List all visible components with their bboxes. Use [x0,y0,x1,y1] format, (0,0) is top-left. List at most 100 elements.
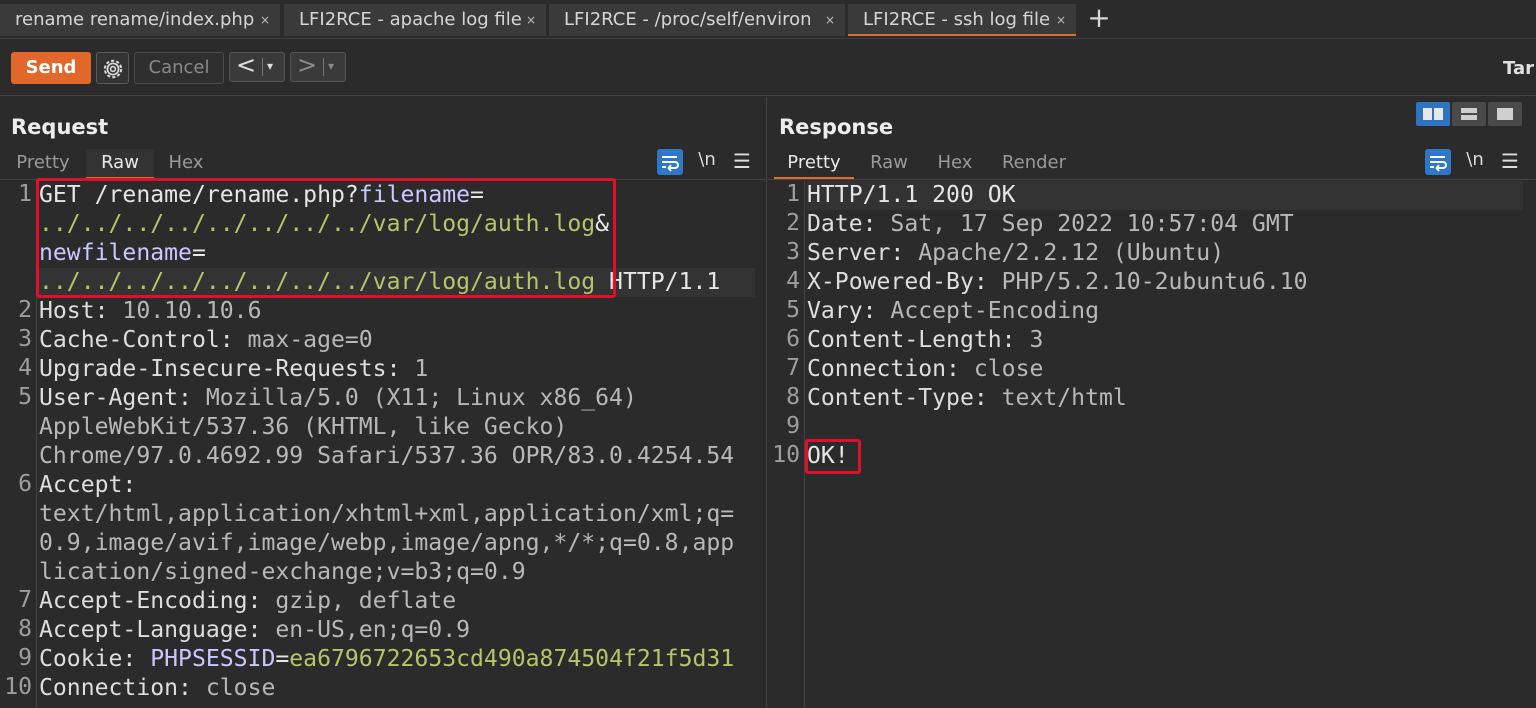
line-number: 2 [18,297,32,323]
header-line: Content-Type: text/html [807,384,1127,413]
highlight-box [36,178,616,298]
close-icon[interactable]: × [260,4,270,36]
word-wrap-toggle[interactable] [1425,149,1451,175]
chevron-down-icon[interactable]: ▾ [267,59,273,73]
add-tab-icon[interactable]: + [1084,2,1114,36]
equals: = [275,646,290,672]
tab-label: LFI2RCE - /proc/self/environ [564,9,812,30]
line-number: 5 [786,297,800,323]
tab-pretty[interactable]: Pretty [4,149,82,179]
header-value: close [191,675,276,701]
tab-label: LFI2RCE - apache log file [299,9,522,30]
wrap-lines-icon [662,156,679,172]
word-wrap-toggle[interactable] [657,149,683,175]
chevron-down-icon[interactable]: ▾ [328,59,334,73]
header-value-wrap: lication/signed-exchange;v=b3;q=0.9 [39,559,526,585]
header-line: X-Powered-By: PHP/5.2.10-2ubuntu6.10 [807,268,1308,297]
tab-rename-index[interactable]: rename rename/index.php × [0,4,280,36]
line-number: 8 [786,384,800,410]
tab-proc-environ[interactable]: LFI2RCE - /proc/self/environ × [549,4,845,36]
highlight-box [805,439,861,474]
divider [262,58,263,76]
tab-ssh-log[interactable]: LFI2RCE - ssh log file × [848,4,1076,36]
header-value: max-age=0 [233,327,373,353]
send-button[interactable]: Send [11,52,91,84]
header-key: Accept-Language: [39,617,262,643]
request-panel: Request Pretty Raw Hex \n ☰ 1 2 3 4 5 6 … [0,97,767,708]
header-key: Date: [807,211,877,237]
response-panel: Response Pretty Raw Hex Render \n ☰ 1 2 … [768,97,1536,708]
cancel-button[interactable]: Cancel [134,52,224,84]
cookie-name: PHPSESSID [150,646,276,672]
line-number: 10 [772,442,800,468]
header-line: Connection: close [39,674,275,703]
tab-bar: rename rename/index.php × LFI2RCE - apac… [0,0,1536,39]
close-icon[interactable]: × [526,4,536,36]
line-number: 4 [786,268,800,294]
header-key: Cookie: [39,646,137,672]
line-number: 4 [18,355,32,381]
header-line: Accept: [39,471,136,500]
header-key: Cache-Control: [39,327,234,353]
menu-icon[interactable]: ☰ [1497,149,1523,175]
line-number: 1 [18,181,32,207]
divider [323,58,324,76]
line-number: 3 [786,239,800,265]
line-number: 6 [786,326,800,352]
header-line: Content-Length: 3 [807,326,1043,355]
header-value: en-US,en;q=0.9 [261,617,471,643]
tab-pretty[interactable]: Pretty [774,149,854,179]
show-newlines-icon[interactable]: \n [1462,149,1488,175]
window-icon [1497,108,1513,120]
line-number: 7 [18,587,32,613]
response-editor[interactable]: 1 2 3 4 5 6 7 8 9 10 HTTP/1.1 200 OK Dat… [768,181,1536,708]
line-number: 10 [4,674,32,700]
forward-button[interactable]: > ▾ [290,51,346,82]
header-line: Accept-Encoding: gzip, deflate [39,587,456,616]
cookie-value: ea6796722653cd490a874504f21f5d31 [289,646,735,672]
header-key: Content-Length: [807,327,1016,353]
settings-button[interactable] [96,52,129,84]
line-number: 8 [18,616,32,642]
line-number: 1 [786,181,800,207]
header-value: 1 [400,356,429,382]
header-value: close [959,356,1044,382]
header-line: Connection: close [807,355,1043,384]
divider [768,179,1536,180]
header-key: Upgrade-Insecure-Requests: [39,356,401,382]
header-value-wrap: text/html,application/xhtml+xml,applicat… [39,501,735,527]
tab-hex[interactable]: Hex [926,149,984,179]
header-value: 10.10.10.6 [108,298,262,324]
target-label[interactable]: Tar [1503,58,1534,79]
request-editor[interactable]: 1 2 3 4 5 6 7 8 9 10 GET /rename/rename.… [0,178,767,708]
header-line: User-Agent: Mozilla/5.0 (X11; Linux x86_… [39,384,637,413]
layout-stacked-button[interactable] [1452,102,1486,126]
header-value: Sat, 17 Sep 2022 10:57:04 GMT [876,211,1294,237]
tab-apache-log[interactable]: LFI2RCE - apache log file × [284,4,546,36]
header-value: Mozilla/5.0 (X11; Linux x86_64) [191,385,637,411]
close-icon[interactable]: × [825,4,835,36]
header-line: Server: Apache/2.2.12 (Ubuntu) [807,239,1224,268]
tab-render[interactable]: Render [992,149,1076,179]
tab-hex[interactable]: Hex [158,149,214,179]
line-number-gutter: 1 2 3 4 5 6 7 8 9 10 [0,181,37,708]
header-line: Cookie: PHPSESSID=ea6796722653cd490a8745… [39,645,734,674]
wrap-lines-icon [1430,156,1447,172]
tab-label: rename rename/index.php [15,9,255,30]
menu-icon[interactable]: ☰ [729,149,755,175]
layout-side-by-side-button[interactable] [1416,102,1450,126]
back-button[interactable]: < ▾ [229,51,285,82]
toolbar: Send Cancel < ▾ > ▾ Tar [0,40,1536,96]
layout-single-button[interactable] [1488,102,1522,126]
tab-raw[interactable]: Raw [858,149,920,179]
close-icon[interactable]: × [1056,4,1066,36]
tab-raw[interactable]: Raw [86,149,154,179]
header-key: Server: [807,240,905,266]
header-value: Accept-Encoding [876,298,1099,324]
line-number: 5 [18,384,32,410]
columns-icon [1423,108,1443,120]
show-newlines-icon[interactable]: \n [694,149,720,175]
header-key: Accept: [39,472,137,498]
header-value: 3 [1015,327,1044,353]
header-line: Host: 10.10.10.6 [39,297,261,326]
